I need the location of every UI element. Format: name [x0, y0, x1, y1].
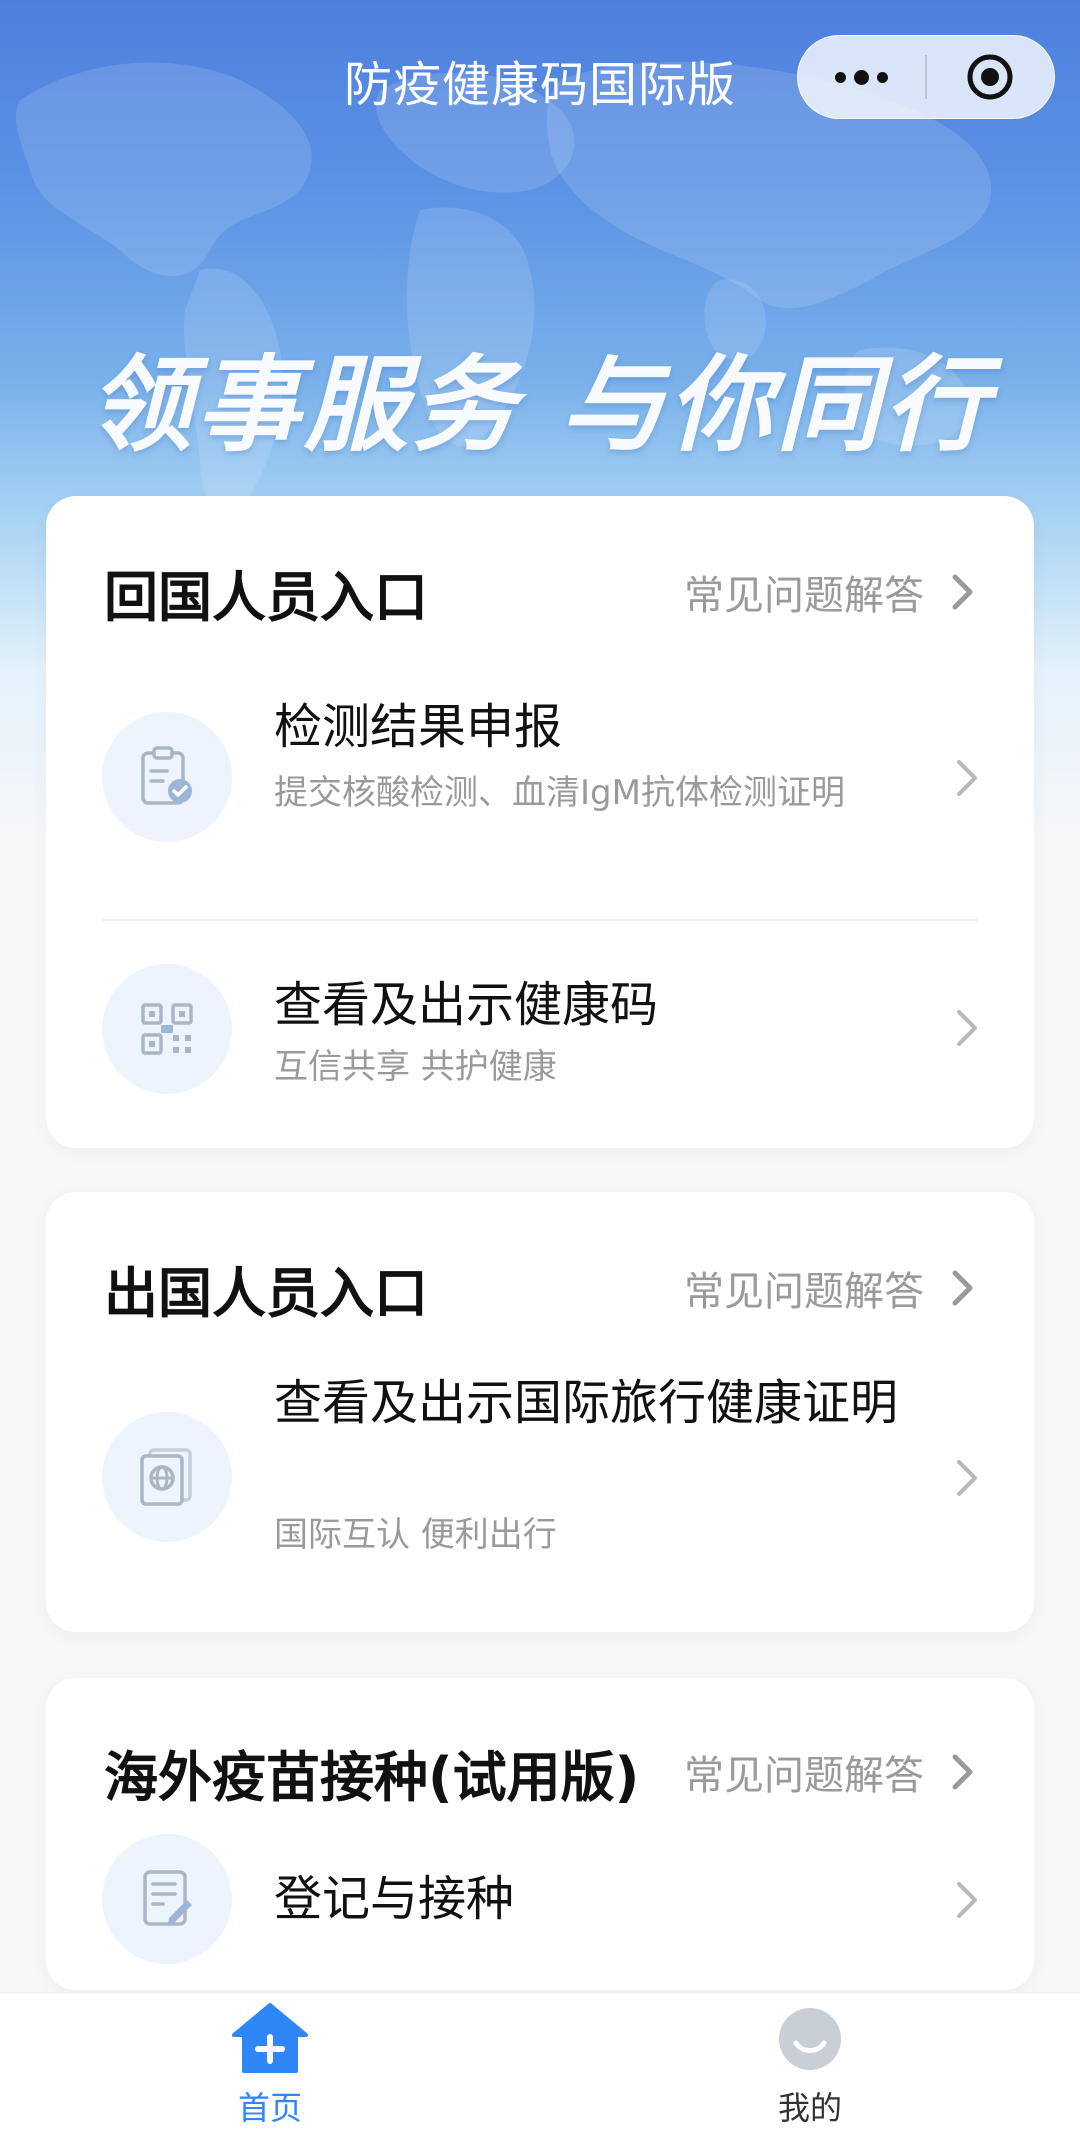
card-title: 海外疫苗接种(试用版) — [104, 1745, 640, 1809]
faq-label: 常见问题解答 — [684, 573, 924, 619]
passport-globe-icon — [140, 1448, 192, 1506]
divider — [102, 919, 978, 921]
card-header: 出国人员入口 常见问题解答 — [104, 1248, 976, 1328]
close-miniprogram-button[interactable] — [927, 35, 1054, 119]
clipboard-check-icon — [141, 746, 192, 805]
chevron-right-icon — [957, 760, 977, 796]
faq-link[interactable]: 常见问题解答 — [684, 1743, 976, 1801]
card-header: 海外疫苗接种(试用版) 常见问题解答 — [104, 1732, 976, 1812]
home-plus-icon — [232, 2003, 308, 2073]
icon-badge — [102, 1412, 232, 1542]
list-item-travel-certificate[interactable]: 查看及出示国际旅行健康证明 国际互认 便利出行 — [46, 1375, 1034, 1606]
item-title: 检测结果申报 — [274, 699, 563, 755]
mini-program-capsule — [797, 35, 1055, 119]
tab-label: 首页 — [237, 2089, 302, 2127]
chevron-right-icon — [952, 574, 973, 610]
card-title: 回国人员入口 — [104, 565, 428, 629]
icon-badge — [102, 712, 232, 842]
vaccination-card: 海外疫苗接种(试用版) 常见问题解答 登记与接种 — [46, 1678, 1034, 1990]
list-item-register-vaccination[interactable]: 登记与接种 — [46, 1832, 1034, 1972]
item-title: 查看及出示国际旅行健康证明 — [274, 1375, 899, 1431]
more-dot-icon — [835, 71, 846, 83]
faq-label: 常见问题解答 — [684, 1269, 924, 1315]
chevron-right-icon — [952, 1754, 973, 1790]
chevron-right-icon — [957, 1460, 977, 1496]
icon-badge — [102, 964, 232, 1094]
app-page: 防疫健康码国际版 领事服务 与你同行 回国人员入口 常见问题解答 检测结果申报 … — [0, 0, 1080, 2138]
tab-label: 我的 — [777, 2089, 842, 2127]
tab-home[interactable]: 首页 — [170, 2001, 370, 2131]
qr-code-icon — [141, 1003, 193, 1055]
tab-mine[interactable]: 我的 — [710, 2001, 910, 2131]
card-title: 出国人员入口 — [104, 1261, 428, 1325]
card-header: 回国人员入口 常见问题解答 — [104, 552, 976, 632]
more-dot-icon — [854, 69, 869, 85]
item-subtitle: 互信共享 共护健康 — [274, 1047, 557, 1087]
departure-entry-card: 出国人员入口 常见问题解答 查看及出示国际旅行健康证明 国际互认 便利出行 — [46, 1192, 1034, 1632]
item-title: 查看及出示健康码 — [274, 977, 659, 1033]
more-dot-icon — [877, 71, 888, 83]
item-subtitle: 提交核酸检测、血清IgM抗体检测证明 — [274, 773, 845, 813]
chevron-right-icon — [957, 1882, 977, 1918]
return-entry-card: 回国人员入口 常见问题解答 检测结果申报 提交核酸检测、血清IgM抗体检测证明 … — [46, 496, 1034, 1148]
icon-badge — [102, 1834, 232, 1964]
item-subtitle: 国际互认 便利出行 — [274, 1515, 557, 1555]
chevron-right-icon — [957, 1010, 977, 1046]
chevron-right-icon — [952, 1270, 973, 1306]
list-item-test-report[interactable]: 检测结果申报 提交核酸检测、血清IgM抗体检测证明 — [46, 696, 1034, 916]
hero-slogan: 领事服务 与你同行 — [87, 344, 993, 466]
faq-link[interactable]: 常见问题解答 — [684, 1259, 976, 1317]
faq-label: 常见问题解答 — [684, 1753, 924, 1799]
register-form-icon — [143, 1870, 192, 1926]
list-item-health-code[interactable]: 查看及出示健康码 互信共享 共护健康 — [46, 954, 1034, 1104]
item-title: 登记与接种 — [274, 1871, 515, 1927]
bottom-tab-bar: 首页 我的 — [0, 1992, 1080, 2138]
faq-link[interactable]: 常见问题解答 — [684, 563, 976, 621]
target-icon — [967, 54, 1013, 100]
more-menu-button[interactable] — [798, 35, 925, 119]
avatar-icon — [779, 2008, 841, 2070]
